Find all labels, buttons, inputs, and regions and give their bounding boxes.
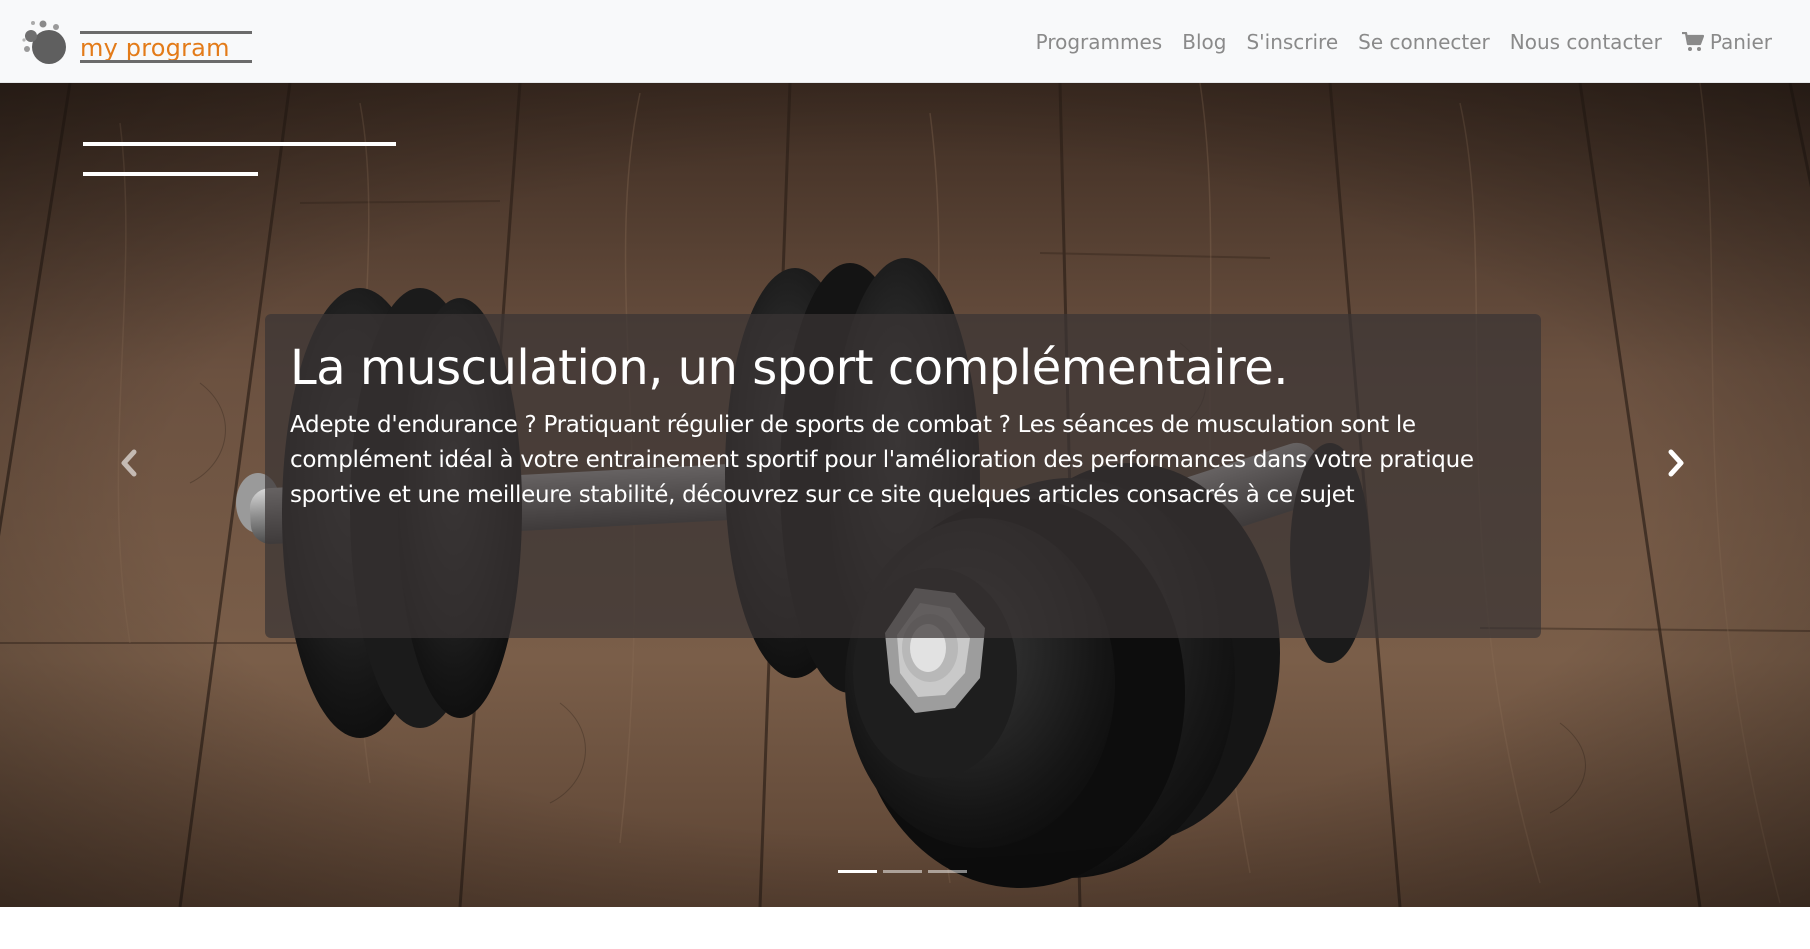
carousel-indicator-1[interactable] [838,870,877,873]
nav-item-panier[interactable]: Panier [1672,30,1782,54]
shopping-cart-icon [1681,31,1704,51]
nav-item-nous-contacter[interactable]: Nous contacter [1500,30,1672,54]
carousel-indicators [838,870,967,873]
carousel-caption: La musculation, un sport complémentaire.… [265,314,1541,638]
nav-item-sinscrire[interactable]: S'inscrire [1236,30,1348,54]
brand-logo-link[interactable]: my program [22,16,254,70]
caption-text: Adepte d'endurance ? Pratiquant régulier… [290,412,1474,508]
carousel-prev-button[interactable] [109,443,149,483]
chevron-right-icon [1668,449,1684,477]
nav-item-se-connecter[interactable]: Se connecter [1348,30,1500,54]
dots-circle-logo-icon [22,20,66,64]
carousel-indicator-3[interactable] [928,870,967,873]
decorative-line-top [83,142,396,146]
hero-carousel: La musculation, un sport complémentaire.… [0,83,1810,907]
decorative-line-bottom [83,172,258,176]
main-nav: Programmes Blog S'inscrire Se connecter … [1026,0,1782,83]
navbar: my program Programmes Blog S'inscrire Se… [0,0,1810,83]
nav-item-blog[interactable]: Blog [1172,30,1236,54]
brand-name: my program [80,34,230,62]
nav-item-programmes[interactable]: Programmes [1026,30,1173,54]
brand-underline [80,60,252,63]
nav-item-panier-label: Panier [1709,29,1772,54]
carousel-indicator-2[interactable] [883,870,922,873]
caption-title: La musculation, un sport complémentaire. [290,340,1288,396]
carousel-next-button[interactable] [1656,443,1696,483]
chevron-left-icon [121,449,137,477]
